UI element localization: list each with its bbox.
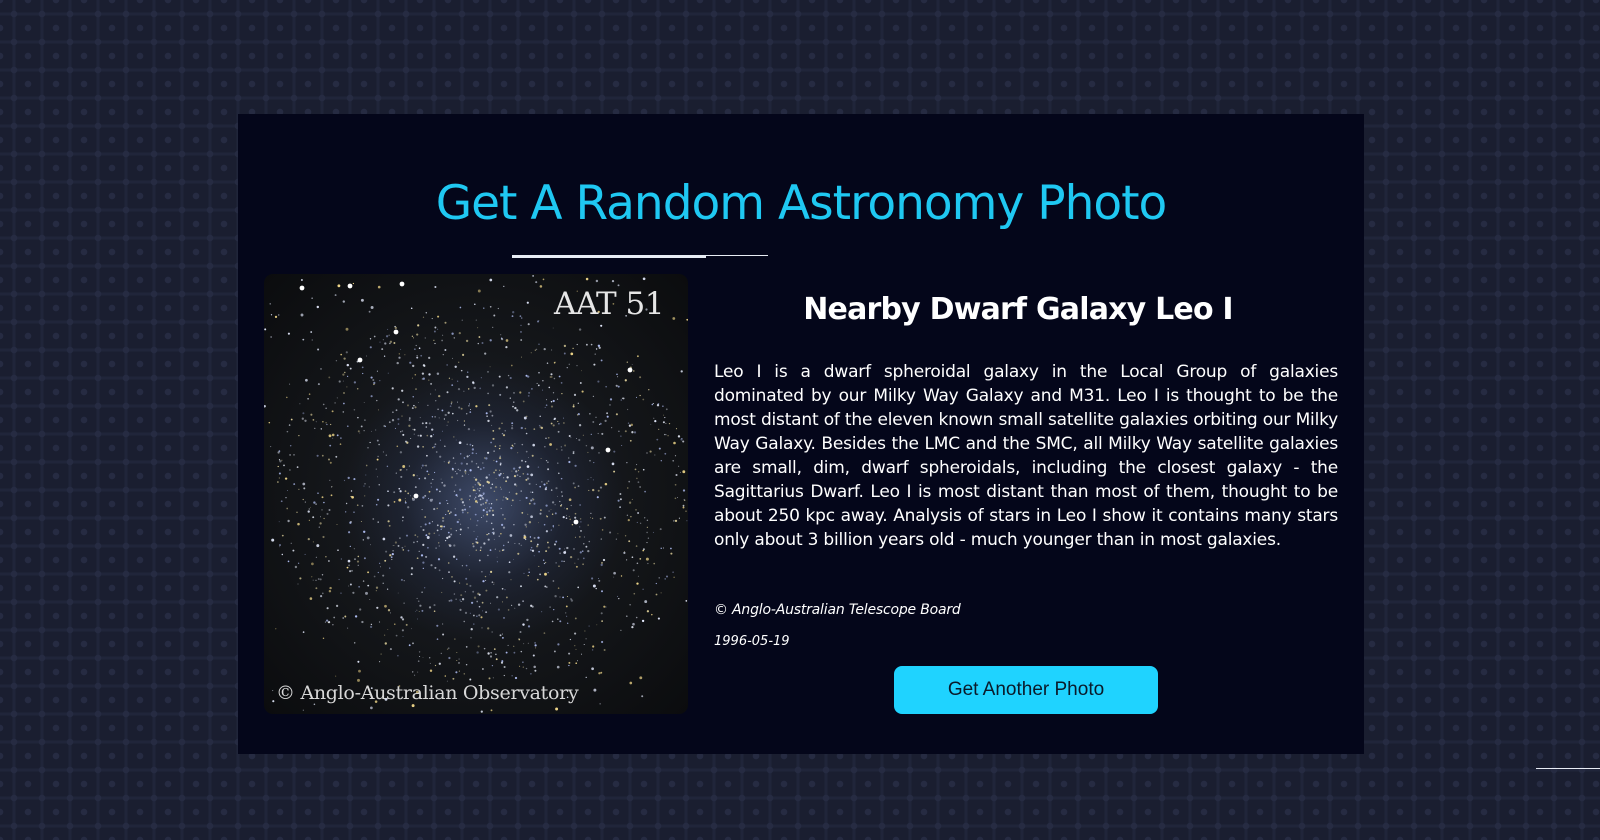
- title-underline-extension: [704, 255, 768, 256]
- page-title: Get A Random Astronomy Photo: [435, 176, 1168, 231]
- starfield-image: [264, 275, 688, 713]
- corner-line: [1536, 768, 1600, 769]
- photo-watermark: © Anglo-Australian Observatory: [276, 682, 579, 704]
- get-another-photo-button[interactable]: Get Another Photo: [894, 666, 1158, 714]
- photo-copyright: © Anglo-Australian Telescope Board: [714, 602, 961, 618]
- main-panel: Get A Random Astronomy Photo AAT 51 © An…: [238, 114, 1364, 754]
- photo-description: Leo I is a dwarf spheroidal galaxy in th…: [714, 362, 1338, 550]
- title-underline: [512, 255, 706, 258]
- photo-plate-label: AAT 51: [553, 286, 665, 322]
- astronomy-photo: AAT 51 © Anglo-Australian Observatory: [264, 274, 688, 714]
- photo-title: Nearby Dwarf Galaxy Leo I: [803, 292, 1233, 327]
- photo-date: 1996-05-19: [714, 634, 790, 649]
